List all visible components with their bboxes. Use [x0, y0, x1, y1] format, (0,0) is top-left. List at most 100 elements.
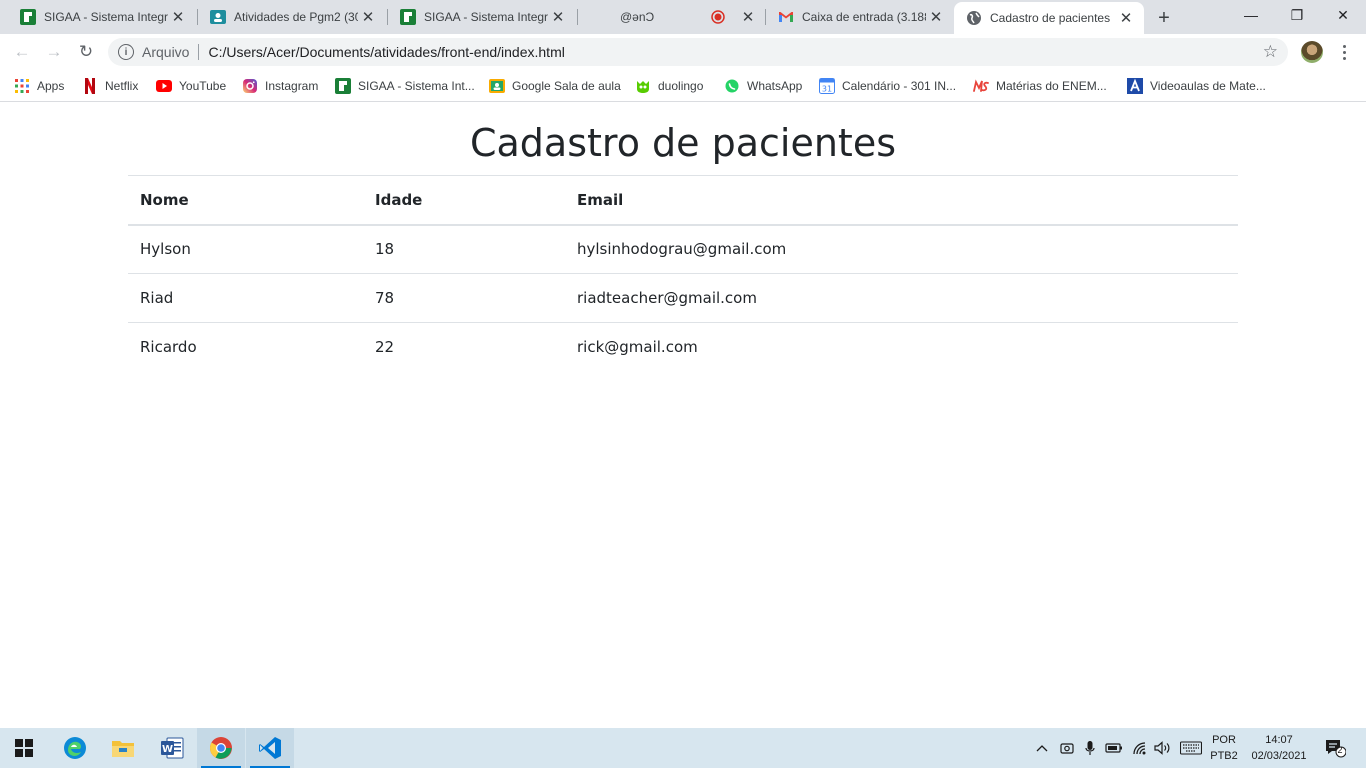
- battery-icon[interactable]: [1104, 728, 1124, 768]
- bookmark-label: WhatsApp: [747, 79, 803, 93]
- edge-icon[interactable]: [51, 728, 99, 768]
- close-icon[interactable]: ✕: [1116, 8, 1136, 28]
- tab-title: Caixa de entrada (3.188: [802, 10, 926, 24]
- globe-icon: [966, 10, 982, 26]
- letter-a-icon: [1127, 78, 1143, 94]
- bookmark-label: Matérias do ENEM...: [996, 79, 1107, 93]
- classroom-icon: [489, 78, 505, 94]
- tab-strip: SIGAA - Sistema Integra ✕ Atividades de …: [0, 0, 1366, 34]
- chrome-icon[interactable]: [197, 728, 245, 768]
- close-icon[interactable]: ✕: [738, 7, 758, 27]
- page-title: Cadastro de pacientes: [469, 121, 896, 165]
- url-text[interactable]: C:/Users/Acer/Documents/atividades/front…: [208, 44, 564, 60]
- duolingo-icon: [635, 78, 651, 94]
- cell-email: riadteacher@gmail.com: [565, 273, 1238, 323]
- bookmarks-bar: Apps Netflix YouTube Instagram SIGAA - S…: [0, 70, 1366, 102]
- cell-email: hylsinhodograu@gmail.com: [565, 224, 1238, 274]
- tab-cadastro-active[interactable]: Cadastro de pacientes ✕: [954, 2, 1144, 34]
- table-row: Riad 78 riadteacher@gmail.com: [128, 273, 1238, 323]
- info-icon[interactable]: i: [118, 44, 134, 60]
- reload-button[interactable]: ↻: [72, 38, 100, 66]
- bookmark-netflix[interactable]: Netflix: [82, 76, 138, 96]
- vscode-icon[interactable]: [246, 728, 294, 768]
- whatsapp-icon: [724, 78, 740, 94]
- svg-text:31: 31: [822, 85, 832, 94]
- close-window-button[interactable]: ✕: [1320, 0, 1366, 30]
- cell-nome: Ricardo: [140, 338, 197, 357]
- browser-toolbar: ← → ↻ i Arquivo C:/Users/Acer/Documents/…: [0, 34, 1366, 70]
- sigaa-icon: [335, 78, 351, 94]
- close-icon[interactable]: ✕: [548, 7, 568, 27]
- page-content: Cadastro de pacientes Nome Idade Email H…: [0, 103, 1366, 728]
- wifi-icon[interactable]: [1130, 728, 1150, 768]
- language-indicator[interactable]: POR PTB2: [1206, 732, 1242, 764]
- bookmark-label: Google Sala de aula: [512, 79, 621, 93]
- clock-date: 02/03/2021: [1251, 750, 1307, 762]
- sigaa-icon: [20, 9, 36, 25]
- word-icon[interactable]: W: [148, 728, 196, 768]
- browser-menu-icon[interactable]: [1334, 40, 1354, 64]
- windows-start-icon[interactable]: [0, 728, 48, 768]
- minimize-button[interactable]: —: [1228, 0, 1274, 30]
- tab-title: SIGAA - Sistema Integra: [44, 10, 168, 24]
- tab-atividades[interactable]: Atividades de Pgm2 (30 ✕: [198, 0, 386, 34]
- column-header-idade: Idade: [363, 175, 565, 226]
- keyboard-layout: PTB2: [1210, 750, 1238, 762]
- column-header-email: Email: [565, 175, 1238, 226]
- camera-icon[interactable]: [1058, 728, 1076, 768]
- bookmark-label: duolingo: [658, 79, 704, 93]
- notification-count: 2: [1337, 745, 1343, 755]
- cell-nome: Hylson: [128, 224, 363, 274]
- tab-sigaa-2[interactable]: SIGAA - Sistema Integra ✕: [388, 0, 576, 34]
- gmail-icon: [778, 9, 794, 25]
- bookmark-whatsapp[interactable]: WhatsApp: [724, 76, 802, 96]
- volume-icon[interactable]: [1153, 728, 1173, 768]
- bookmark-label: Videoaulas de Mate...: [1150, 79, 1266, 93]
- tab-gmail[interactable]: Caixa de entrada (3.188 ✕: [766, 0, 954, 34]
- restore-button[interactable]: ❐: [1274, 0, 1320, 30]
- patients-table: Nome Idade Email Hylson 18 hylsinhodogra…: [128, 175, 1238, 372]
- bookmark-youtube[interactable]: YouTube: [156, 76, 226, 96]
- notification-center-icon[interactable]: 2: [1320, 728, 1350, 768]
- youtube-icon: [156, 78, 172, 94]
- bookmark-calendar[interactable]: 31 Calendário - 301 IN...: [819, 76, 956, 96]
- ms-icon: [973, 78, 989, 94]
- table-row: Hylson 18 hylsinhodograu@gmail.com: [128, 224, 1238, 274]
- table-row: Ricardo 22 rick@gmail.com: [128, 323, 1238, 372]
- bookmark-sigaa[interactable]: SIGAA - Sistema Int...: [335, 76, 475, 96]
- back-button[interactable]: ←: [8, 38, 36, 66]
- cell-idade: 78: [363, 273, 565, 323]
- new-tab-button[interactable]: +: [1151, 5, 1177, 31]
- classroom-icon: [210, 9, 226, 25]
- cell-nome: Riad: [128, 273, 363, 323]
- microphone-icon[interactable]: [1082, 728, 1098, 768]
- cell-idade: 22: [375, 338, 395, 357]
- cell-idade: 18: [363, 224, 565, 274]
- column-header-nome: Nome: [128, 175, 363, 226]
- cell-email: rick@gmail.com: [577, 338, 698, 357]
- clock[interactable]: 14:07 02/03/2021: [1246, 732, 1312, 764]
- bookmark-instagram[interactable]: Instagram: [242, 76, 318, 96]
- bookmark-google-classroom[interactable]: Google Sala de aula: [489, 76, 621, 96]
- address-bar[interactable]: i Arquivo C:/Users/Acer/Documents/ativid…: [108, 38, 1288, 66]
- netflix-icon: [82, 78, 98, 94]
- bookmark-apps[interactable]: Apps: [14, 76, 64, 96]
- forward-button[interactable]: →: [40, 38, 68, 66]
- close-icon[interactable]: ✕: [926, 7, 946, 27]
- clock-time: 14:07: [1265, 734, 1293, 746]
- bookmark-duolingo[interactable]: duolingo: [635, 76, 703, 96]
- profile-avatar[interactable]: [1301, 41, 1323, 63]
- file-explorer-icon[interactable]: [99, 728, 147, 768]
- close-icon[interactable]: ✕: [168, 7, 188, 27]
- close-icon[interactable]: ✕: [358, 7, 378, 27]
- address-separator: [198, 44, 200, 60]
- chevron-up-icon[interactable]: [1034, 728, 1050, 768]
- tab-recording[interactable]: @ənƆ ✕: [578, 0, 766, 34]
- keyboard-icon[interactable]: [1179, 728, 1203, 768]
- bookmark-videoaulas[interactable]: Videoaulas de Mate...: [1127, 76, 1266, 96]
- tab-sigaa-1[interactable]: SIGAA - Sistema Integra ✕: [8, 0, 196, 34]
- bookmark-enem[interactable]: Matérias do ENEM...: [973, 76, 1107, 96]
- tab-title: Atividades de Pgm2 (30: [234, 10, 358, 24]
- bookmark-star-icon[interactable]: ☆: [1263, 42, 1278, 62]
- svg-text:W: W: [162, 744, 173, 755]
